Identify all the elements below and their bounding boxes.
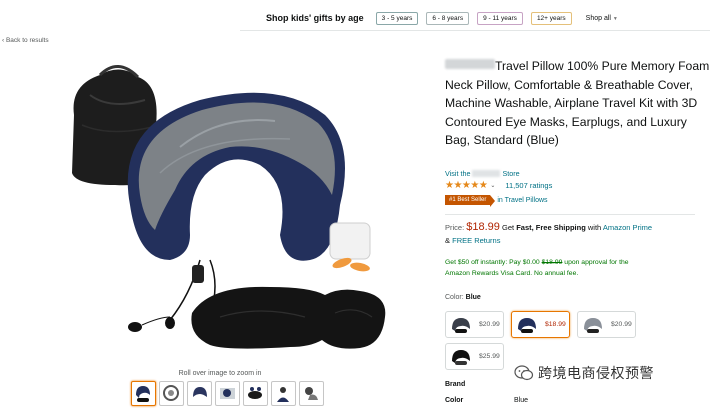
color-value: Blue [465,294,481,301]
color-label: Color: [445,294,464,301]
ampersand-text: & [445,236,451,245]
blurred-brand-name [445,59,495,69]
thumbnail-1[interactable] [131,381,156,406]
star-rating-icon[interactable]: ★★★★★ [445,180,488,191]
with-text: with [587,223,602,232]
spec-brand-label: Brand [445,381,466,388]
free-returns-link[interactable]: FREE Returns [452,236,500,245]
spec-color-label: Color [445,397,464,404]
watermark: 跨境电商侵权预警 [508,360,660,386]
product-title: Travel Pillow 100% Pure Memory Foam Neck… [445,57,715,150]
best-seller-category-link[interactable]: in Travel Pillows [497,197,547,204]
age-chip-9-11[interactable]: 9 - 11 years [477,11,523,25]
offer-line1-b: upon approval for the [564,259,629,266]
travel-pillow-image [72,65,386,349]
thumbnail-4[interactable] [215,381,240,406]
store-link[interactable]: Visit the Store [445,169,520,178]
offer-line1-a: Get $50 off instantly: Pay $0.00 [445,259,540,266]
color-option-4-price: $25.99 [479,353,500,360]
thumbnail-strip [131,381,327,406]
chevron-down-icon[interactable]: ⌄ [490,182,495,189]
best-seller-badge: #1 Best Seller [445,195,496,207]
back-to-results-link[interactable]: ‹ Back to results [2,37,49,44]
store-suffix: Store [502,169,520,178]
price-value: $18.99 [466,221,500,233]
get-text: Get [502,223,515,232]
thumbnail-7[interactable] [299,381,324,406]
amazon-prime-link[interactable]: Amazon Prime [603,223,652,232]
spec-color-value: Blue [514,397,529,404]
zoom-hint: Roll over image to zoom in [178,370,262,377]
pillow-swatch-icon [518,317,536,333]
thumbnail-3[interactable] [187,381,212,406]
color-option-1-price: $20.99 [479,321,500,328]
spec-color-row: Color Blue [445,397,545,404]
offer-line2: Amazon Rewards Visa Card. No annual fee. [445,269,579,277]
color-option-1[interactable]: $20.99 [445,311,504,338]
pillow-swatch-icon [452,349,470,365]
offer-strike-price: $18.99 [541,259,563,266]
product-title-text: Travel Pillow 100% Pure Memory Foam Neck… [445,59,710,147]
watermark-text: 跨境电商侵权预警 [538,365,654,381]
age-chip-12-plus[interactable]: 12+ years [530,11,572,25]
age-chip-6-8[interactable]: 6 - 8 years [426,11,470,25]
product-details: Travel Pillow 100% Pure Memory Foam Neck… [445,57,715,404]
spec-brand-row: Brand [445,381,465,388]
shop-all-dropdown[interactable]: Shop all ▼ [586,15,618,22]
thumbnail-6[interactable] [271,381,296,406]
color-option-2[interactable]: $18.99 [511,311,570,338]
pillow-swatch-icon [584,317,602,333]
price-label: Price: [445,223,465,232]
kids-gift-bar: Shop kids' gifts by age 3 - 5 years 6 - … [240,6,710,31]
thumbnail-2[interactable] [159,381,184,406]
wechat-icon [514,365,534,381]
main-product-image[interactable] [60,55,390,365]
rewards-card-offer[interactable]: Get $50 off instantly: Pay $0.00 $18.99 … [445,258,707,279]
age-chip-3-5[interactable]: 3 - 5 years [375,11,419,25]
gift-bar-title: Shop kids' gifts by age [266,13,364,23]
color-option-4[interactable]: $25.99 [445,343,504,370]
best-seller-row: #1 Best Seller in Travel Pillows [445,195,548,207]
rating-row: ★★★★★ ⌄ 11,507 ratings [445,180,552,191]
color-option-3[interactable]: $20.99 [577,311,636,338]
fast-shipping-text: Fast, Free Shipping [516,223,586,232]
price-block: Price: $18.99 Get Fast, Free Shipping wi… [445,221,705,247]
thumbnail-5[interactable] [243,381,268,406]
store-prefix: Visit the [445,169,471,178]
color-option-2-price: $18.99 [545,321,566,328]
shop-all-label: Shop all [585,14,611,22]
divider [445,214,695,215]
blurred-store-name [472,170,501,177]
ratings-count-link[interactable]: 11,507 ratings [505,181,552,190]
color-label-row: Color: Blue [445,294,481,301]
chevron-down-icon: ▼ [612,15,618,22]
color-option-3-price: $20.99 [611,321,632,328]
pillow-swatch-icon [452,317,470,333]
